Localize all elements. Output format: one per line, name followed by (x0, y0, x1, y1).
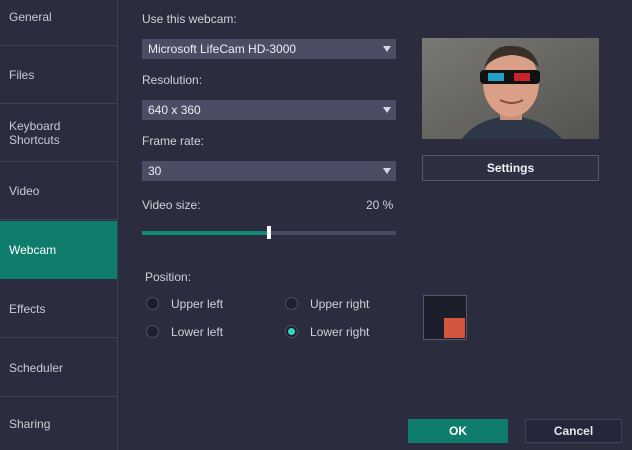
sidebar-item-label: Webcam (9, 242, 57, 257)
chevron-down-icon (383, 168, 391, 174)
sidebar-item-label: General (9, 9, 52, 24)
sidebar-item-label: Sharing (9, 417, 51, 431)
radio-lower-left-label[interactable]: Lower left (171, 325, 223, 339)
position-preview (423, 295, 467, 340)
radio-upper-right[interactable] (285, 297, 298, 310)
resolution-label: Resolution: (142, 73, 203, 87)
radio-lower-right[interactable] (285, 325, 298, 338)
sidebar-item-label: Scheduler (9, 360, 64, 375)
frame-rate-label: Frame rate: (142, 134, 205, 148)
sidebar-item-effects[interactable]: Effects (0, 280, 117, 338)
sidebar-item-label: Effects (9, 301, 46, 316)
video-size-label: Video size: (142, 198, 201, 212)
webcam-select[interactable]: Microsoft LifeCam HD-3000 (142, 39, 396, 59)
sidebar-item-label: Files (9, 67, 35, 82)
chevron-down-icon (383, 46, 391, 52)
ok-button[interactable]: OK (408, 419, 508, 443)
sidebar-item-video[interactable]: Video (0, 162, 117, 220)
position-marker (444, 318, 465, 338)
sidebar-item-keyboard-shortcuts[interactable]: Keyboard Shortcuts (0, 104, 117, 162)
resolution-select-value: 640 x 360 (148, 103, 201, 117)
sidebar-item-label: Keyboard Shortcuts (9, 118, 61, 147)
radio-upper-left-label[interactable]: Upper left (171, 297, 223, 311)
sidebar-item-sharing[interactable]: Sharing (0, 398, 117, 450)
sidebar-item-scheduler[interactable]: Scheduler (0, 339, 117, 397)
sidebar-item-webcam[interactable]: Webcam (0, 221, 117, 279)
webcam-label: Use this webcam: (142, 12, 237, 26)
radio-upper-left[interactable] (146, 297, 159, 310)
frame-rate-select-value: 30 (148, 164, 162, 178)
video-size-slider[interactable] (142, 226, 396, 239)
video-size-value: 20 % (366, 198, 394, 212)
slider-handle[interactable] (267, 226, 271, 239)
chevron-down-icon (383, 107, 391, 113)
cancel-button[interactable]: Cancel (525, 419, 622, 443)
webcam-select-value: Microsoft LifeCam HD-3000 (148, 42, 297, 56)
settings-button[interactable]: Settings (422, 155, 599, 181)
slider-fill (142, 231, 269, 235)
webcam-preview-image (422, 38, 599, 139)
radio-lower-left[interactable] (146, 325, 159, 338)
sidebar-item-label: Video (9, 183, 40, 198)
sidebar: General Files Keyboard Shortcuts Video W… (0, 0, 118, 450)
position-label: Position: (145, 270, 192, 284)
radio-lower-right-label[interactable]: Lower right (310, 325, 369, 339)
radio-upper-right-label[interactable]: Upper right (310, 297, 369, 311)
webcam-preview (422, 38, 599, 139)
frame-rate-select[interactable]: 30 (142, 161, 396, 181)
sidebar-item-general[interactable]: General (0, 0, 117, 46)
resolution-select[interactable]: 640 x 360 (142, 100, 396, 120)
sidebar-item-files[interactable]: Files (0, 46, 117, 104)
